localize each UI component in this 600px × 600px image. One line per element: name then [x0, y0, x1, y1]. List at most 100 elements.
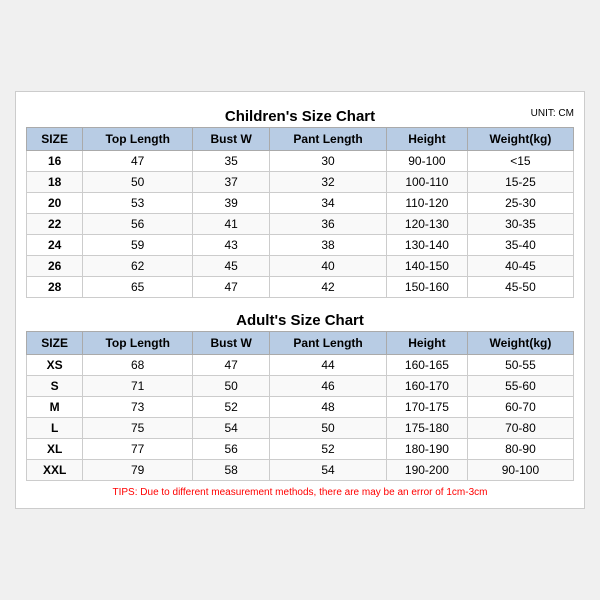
table-cell: 90-100	[386, 151, 467, 172]
table-cell: 40-45	[467, 256, 573, 277]
table-cell: 45-50	[467, 277, 573, 298]
table-cell: M	[27, 397, 83, 418]
table-cell: 190-200	[386, 460, 467, 481]
table-cell: 25-30	[467, 193, 573, 214]
table-cell: 170-175	[386, 397, 467, 418]
adult-header-row: SIZE Top Length Bust W Pant Length Heigh…	[27, 332, 574, 355]
table-cell: 71	[83, 376, 193, 397]
table-cell: 79	[83, 460, 193, 481]
table-row: 26624540140-15040-45	[27, 256, 574, 277]
table-cell: 80-90	[467, 439, 573, 460]
table-cell: 44	[270, 355, 387, 376]
children-col-weight: Weight(kg)	[467, 128, 573, 151]
table-cell: 62	[83, 256, 193, 277]
table-cell: 68	[83, 355, 193, 376]
adult-col-weight: Weight(kg)	[467, 332, 573, 355]
table-cell: 175-180	[386, 418, 467, 439]
table-cell: XS	[27, 355, 83, 376]
table-row: 20533934110-12025-30	[27, 193, 574, 214]
children-header-row: SIZE Top Length Bust W Pant Length Heigh…	[27, 128, 574, 151]
table-cell: 160-170	[386, 376, 467, 397]
table-cell: 34	[270, 193, 387, 214]
table-cell: 150-160	[386, 277, 467, 298]
table-cell: 77	[83, 439, 193, 460]
table-cell: 45	[193, 256, 270, 277]
table-cell: 37	[193, 172, 270, 193]
adult-col-bust-w: Bust W	[193, 332, 270, 355]
children-section-title: Children's Size Chart UNIT: CM	[26, 102, 574, 127]
table-cell: 55-60	[467, 376, 573, 397]
adult-section-title: Adult's Size Chart	[26, 306, 574, 331]
table-cell: 54	[193, 418, 270, 439]
table-cell: 140-150	[386, 256, 467, 277]
chart-container: Children's Size Chart UNIT: CM SIZE Top …	[15, 91, 585, 509]
children-col-bust-w: Bust W	[193, 128, 270, 151]
table-cell: 42	[270, 277, 387, 298]
table-cell: 59	[83, 235, 193, 256]
table-cell: 41	[193, 214, 270, 235]
table-cell: 120-130	[386, 214, 467, 235]
table-cell: 50	[193, 376, 270, 397]
table-cell: 100-110	[386, 172, 467, 193]
table-cell: 56	[193, 439, 270, 460]
table-cell: 38	[270, 235, 387, 256]
adult-col-height: Height	[386, 332, 467, 355]
table-row: S715046160-17055-60	[27, 376, 574, 397]
table-cell: XL	[27, 439, 83, 460]
table-cell: 30	[270, 151, 387, 172]
table-row: XXL795854190-20090-100	[27, 460, 574, 481]
children-col-pant-length: Pant Length	[270, 128, 387, 151]
table-cell: S	[27, 376, 83, 397]
table-cell: 160-165	[386, 355, 467, 376]
table-cell: 75	[83, 418, 193, 439]
table-cell: 30-35	[467, 214, 573, 235]
children-col-size: SIZE	[27, 128, 83, 151]
table-cell: 15-25	[467, 172, 573, 193]
table-cell: 73	[83, 397, 193, 418]
children-col-height: Height	[386, 128, 467, 151]
table-cell: 24	[27, 235, 83, 256]
children-title: Children's Size Chart	[225, 108, 375, 125]
table-cell: L	[27, 418, 83, 439]
children-table: SIZE Top Length Bust W Pant Length Heigh…	[26, 127, 574, 298]
table-cell: 35	[193, 151, 270, 172]
table-row: 18503732100-11015-25	[27, 172, 574, 193]
table-cell: 47	[193, 277, 270, 298]
table-cell: 40	[270, 256, 387, 277]
table-cell: 36	[270, 214, 387, 235]
table-cell: 70-80	[467, 418, 573, 439]
table-cell: 90-100	[467, 460, 573, 481]
unit-label: UNIT: CM	[531, 108, 574, 119]
table-row: 28654742150-16045-50	[27, 277, 574, 298]
adult-col-size: SIZE	[27, 332, 83, 355]
table-cell: 130-140	[386, 235, 467, 256]
table-row: L755450175-18070-80	[27, 418, 574, 439]
table-cell: 39	[193, 193, 270, 214]
table-cell: 65	[83, 277, 193, 298]
table-cell: 43	[193, 235, 270, 256]
table-cell: 58	[193, 460, 270, 481]
table-row: M735248170-17560-70	[27, 397, 574, 418]
table-row: 24594338130-14035-40	[27, 235, 574, 256]
adult-col-top-length: Top Length	[83, 332, 193, 355]
tips-text: TIPS: Due to different measurement metho…	[26, 487, 574, 498]
table-cell: 16	[27, 151, 83, 172]
table-row: 22564136120-13030-35	[27, 214, 574, 235]
table-cell: 20	[27, 193, 83, 214]
table-cell: 35-40	[467, 235, 573, 256]
table-cell: 18	[27, 172, 83, 193]
table-cell: 26	[27, 256, 83, 277]
table-cell: 47	[83, 151, 193, 172]
table-cell: 180-190	[386, 439, 467, 460]
table-cell: 52	[193, 397, 270, 418]
children-col-top-length: Top Length	[83, 128, 193, 151]
table-cell: 32	[270, 172, 387, 193]
table-cell: 48	[270, 397, 387, 418]
table-row: XS684744160-16550-55	[27, 355, 574, 376]
table-cell: 50	[83, 172, 193, 193]
adult-col-pant-length: Pant Length	[270, 332, 387, 355]
table-cell: 50-55	[467, 355, 573, 376]
table-cell: 60-70	[467, 397, 573, 418]
table-cell: 50	[270, 418, 387, 439]
table-cell: 54	[270, 460, 387, 481]
